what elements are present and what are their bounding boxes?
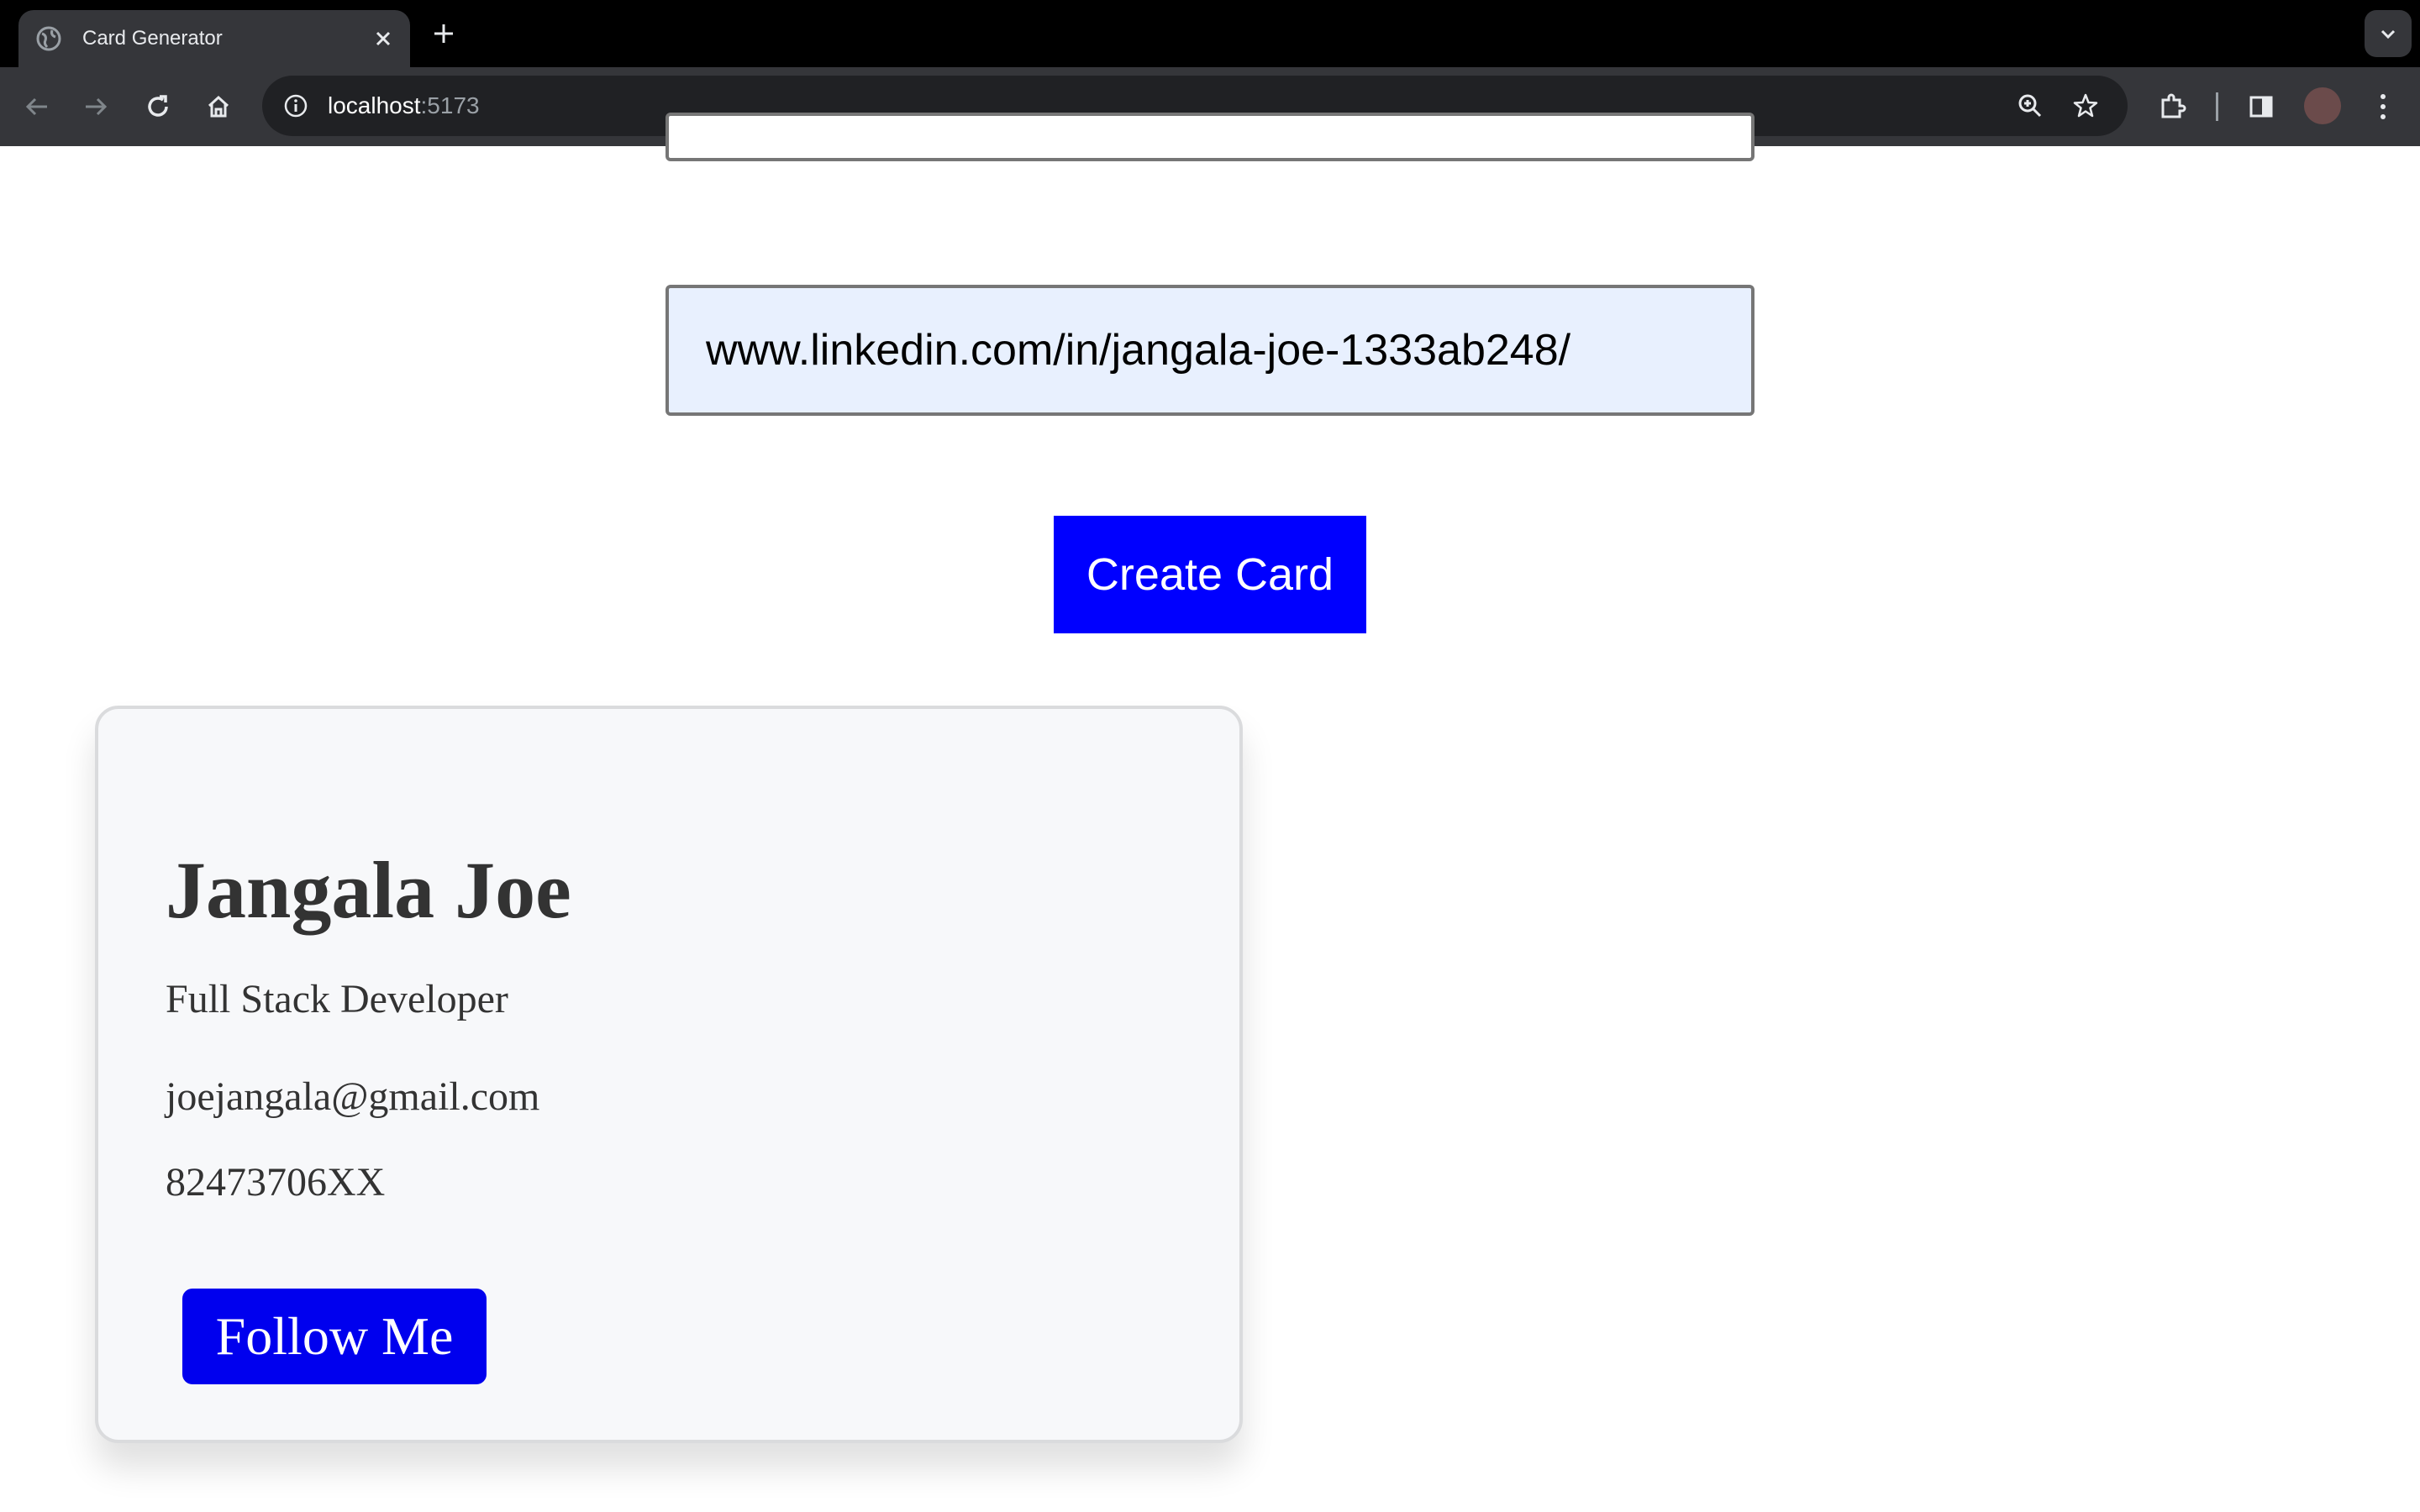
back-arrow-icon[interactable] [17,87,57,127]
toolbar-divider [2216,92,2218,121]
bookmark-star-icon[interactable] [2065,86,2106,126]
home-icon[interactable] [198,87,239,127]
card-email: joejangala@gmail.com [166,1074,540,1119]
reload-icon[interactable] [138,87,178,127]
info-icon[interactable] [276,86,316,126]
forward-arrow-icon[interactable] [76,87,116,127]
card-job-title: Full Stack Developer [166,977,508,1021]
zoom-icon[interactable] [2010,86,2050,126]
url-host: localhost [328,92,421,118]
card-name: Jangala Joe [166,845,571,935]
chevron-down-icon[interactable] [2365,10,2412,57]
more-menu-icon[interactable] [2363,87,2403,127]
browser-tab[interactable]: Card Generator [18,10,410,67]
new-tab-icon[interactable] [427,17,460,50]
url-port: :5173 [420,92,480,118]
address-url: localhost:5173 [328,92,480,119]
card-phone: 82473706XX [166,1160,386,1205]
globe-icon [35,25,62,52]
side-panel-icon[interactable] [2241,87,2281,127]
linkedin-url-input[interactable] [666,285,1754,416]
close-icon[interactable] [366,22,400,55]
profile-card: Jangala Joe Full Stack Developer joejang… [95,706,1243,1443]
page-content: Create Card Jangala Joe Full Stack Devel… [0,113,2420,1512]
previous-input-field[interactable] [666,113,1754,161]
profile-avatar[interactable] [2304,87,2341,124]
browser-tabstrip: Card Generator [0,0,2420,67]
tab-title: Card Generator [82,27,223,50]
extensions-icon[interactable] [2153,87,2193,127]
follow-me-button[interactable]: Follow Me [182,1289,487,1384]
create-card-button[interactable]: Create Card [1054,516,1366,633]
